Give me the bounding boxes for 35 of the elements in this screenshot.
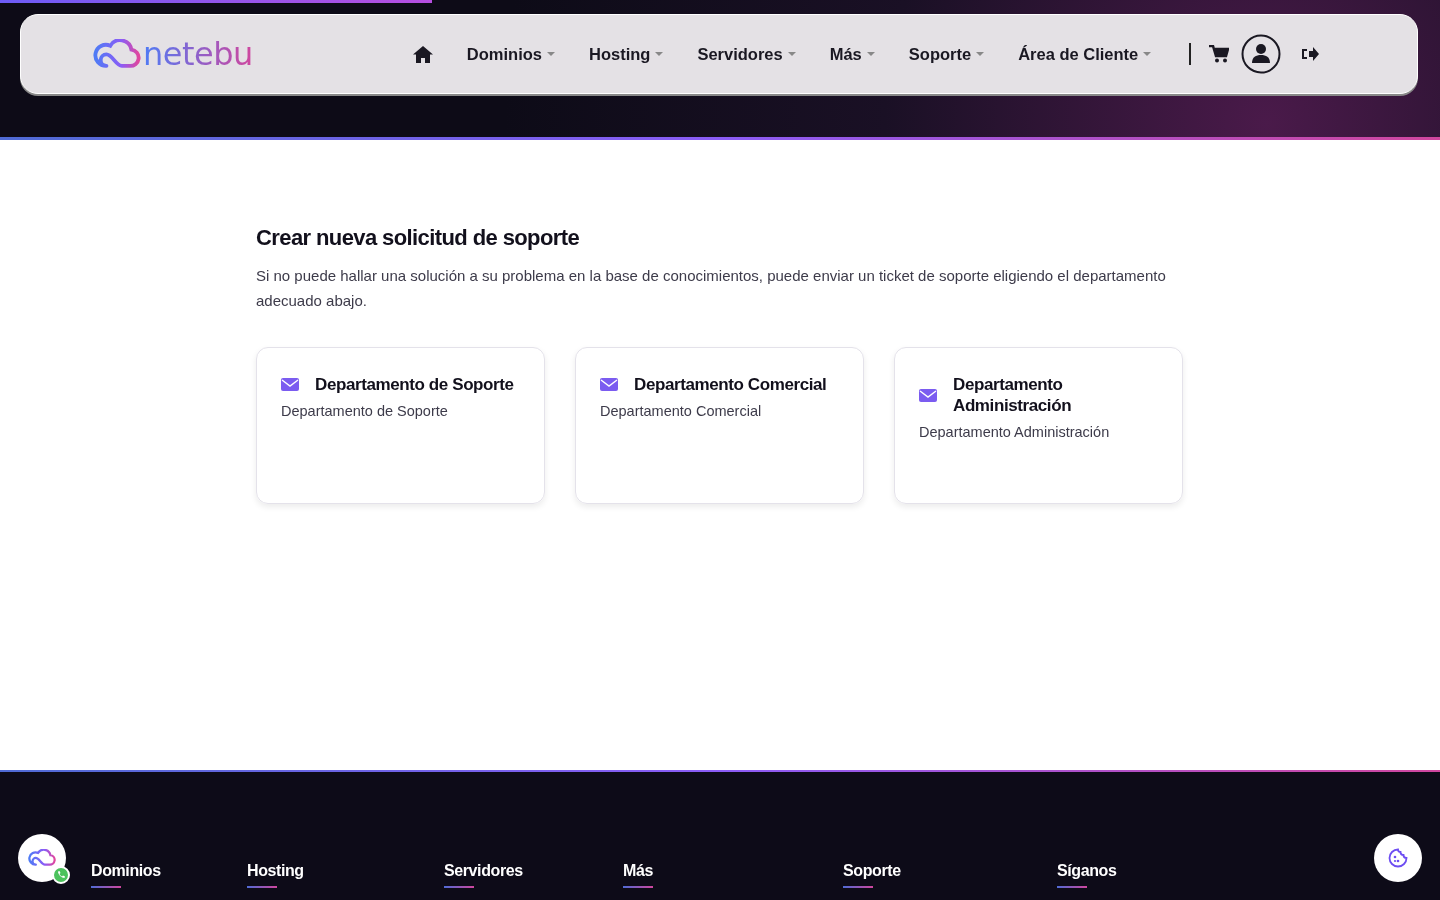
footer-heading: Síganos bbox=[1057, 862, 1117, 888]
department-card[interactable]: Departamento Comercial Departamento Comercial bbox=[575, 347, 864, 504]
department-card[interactable]: Departamento Administración Departamento Administración bbox=[894, 347, 1183, 504]
envelope-icon bbox=[600, 378, 618, 391]
nav-link[interactable]: Soporte bbox=[908, 44, 985, 64]
envelope-icon bbox=[281, 378, 299, 391]
department-card[interactable]: Departamento de Soporte Departamento de Soporte bbox=[256, 347, 545, 504]
department-name: Departamento de Soporte bbox=[315, 374, 514, 395]
department-name: Departamento Comercial bbox=[634, 374, 827, 395]
section-heading: Crear nueva solicitud de soporte bbox=[256, 225, 581, 251]
department-name: Departamento Administración bbox=[953, 374, 1073, 416]
nav-link[interactable]: Hosting bbox=[588, 44, 664, 64]
footer-heading: Servidores bbox=[444, 862, 523, 888]
user-account-icon[interactable] bbox=[1241, 34, 1282, 74]
cookie-settings-button[interactable] bbox=[1374, 834, 1422, 882]
nav-link[interactable]: Área de Cliente bbox=[1018, 44, 1152, 64]
phone-badge-icon bbox=[52, 866, 70, 884]
logo-icon bbox=[93, 39, 141, 69]
home-icon[interactable] bbox=[412, 45, 433, 63]
footer-heading: Más bbox=[623, 862, 653, 888]
nav-link[interactable]: Dominios bbox=[466, 44, 555, 64]
logout-icon[interactable] bbox=[1301, 46, 1320, 62]
nav-link[interactable]: Más bbox=[829, 44, 875, 64]
cart-icon[interactable] bbox=[1209, 45, 1230, 63]
logo-icon bbox=[28, 849, 56, 867]
cookie-icon bbox=[1388, 848, 1408, 868]
intro-paragraph: Si no puede hallar una solución a su problema en la base de conocimientos, puede enviar un ticket de soporte eligiendo el departamento adecuado abajo. bbox=[256, 266, 1167, 311]
department-description: Departamento Administración bbox=[919, 424, 1111, 440]
envelope-icon bbox=[919, 388, 937, 402]
department-description: Departamento de Soporte bbox=[281, 403, 449, 419]
footer-heading: Hosting bbox=[247, 862, 304, 888]
footer-heading: Soporte bbox=[843, 862, 901, 888]
department-description: Departamento Comercial bbox=[600, 403, 763, 419]
footer-heading: Dominios bbox=[91, 862, 161, 888]
nav-link[interactable]: Servidores bbox=[697, 44, 796, 64]
